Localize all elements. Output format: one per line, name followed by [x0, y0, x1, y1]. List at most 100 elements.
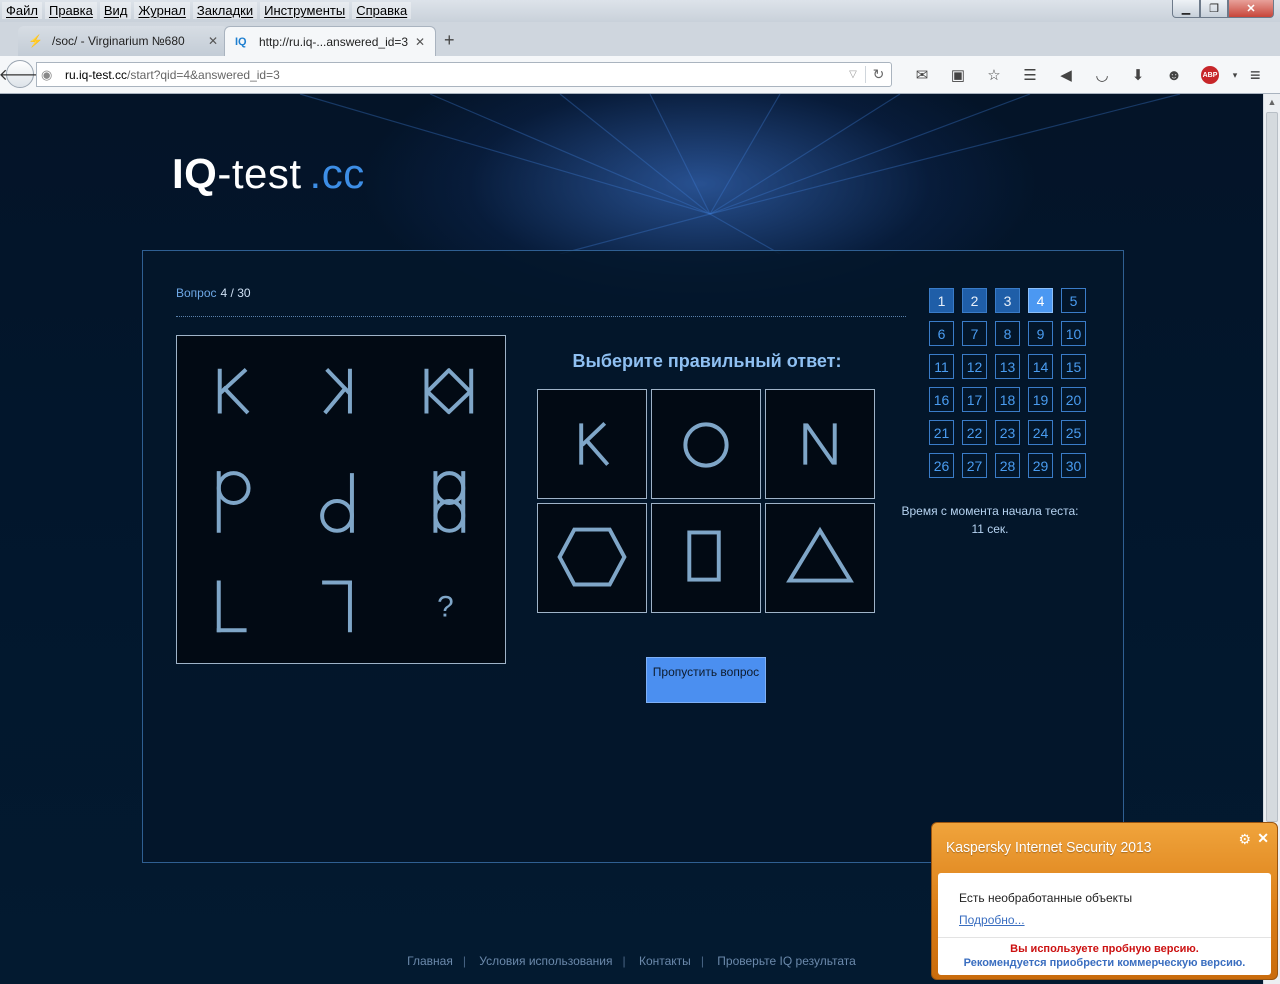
- menu-hamburger-icon[interactable]: ≡: [1250, 65, 1270, 86]
- question-nav-7[interactable]: 7: [962, 321, 987, 346]
- footer-link-terms[interactable]: Условия использования: [479, 954, 612, 968]
- question-nav-12[interactable]: 12: [962, 354, 987, 379]
- question-nav-29[interactable]: 29: [1028, 453, 1053, 478]
- menu-history[interactable]: Журнал: [134, 2, 190, 19]
- new-tab-button[interactable]: +: [444, 30, 455, 51]
- question-nav-25[interactable]: 25: [1061, 420, 1086, 445]
- adblock-icon[interactable]: ABP: [1201, 66, 1219, 84]
- question-nav-17[interactable]: 17: [962, 387, 987, 412]
- question-nav-18[interactable]: 18: [995, 387, 1020, 412]
- site-identity-icon[interactable]: ◉: [37, 67, 59, 83]
- footer-link-contacts[interactable]: Контакты: [639, 954, 691, 968]
- question-navigation-grid: 1 2 3 4 5 6 7 8 9 10 11 12 13 14 15 16 17 18 19 20 21 22 23 24 2…: [929, 288, 1089, 478]
- tab-label: http://ru.iq-...answered_id=3: [259, 34, 409, 49]
- question-nav-21[interactable]: 21: [929, 420, 954, 445]
- scroll-up-icon[interactable]: ▲: [1264, 94, 1280, 111]
- timer-label: Время с момента начала теста:: [901, 504, 1079, 518]
- question-nav-23[interactable]: 23: [995, 420, 1020, 445]
- back-button[interactable]: 🡐: [0, 60, 41, 88]
- url-text[interactable]: ru.iq-test.cc/start?qid=4&answered_id=3: [59, 68, 841, 82]
- question-nav-24[interactable]: 24: [1028, 420, 1053, 445]
- close-window-button[interactable]: ✕: [1228, 0, 1274, 18]
- question-nav-13[interactable]: 13: [995, 354, 1020, 379]
- question-nav-15[interactable]: 15: [1061, 354, 1086, 379]
- maximize-button[interactable]: ❐: [1200, 0, 1228, 18]
- question-nav-27[interactable]: 27: [962, 453, 987, 478]
- site-logo[interactable]: IQ-test .cc: [172, 150, 365, 198]
- reload-icon[interactable]: ↻: [865, 66, 891, 83]
- test-panel: Вопрос 4 / 30 ? Выберите правильный отве…: [142, 250, 1124, 863]
- matrix-cell-mirrored-l: [322, 580, 352, 633]
- matrix-cell-p: [216, 471, 251, 533]
- matrix-cell-d: [320, 473, 354, 533]
- question-nav-22[interactable]: 22: [962, 420, 987, 445]
- kaspersky-trial-notice: Вы используете пробную версию.: [1010, 943, 1199, 955]
- question-nav-9[interactable]: 9: [1028, 321, 1053, 346]
- question-nav-30[interactable]: 30: [1061, 453, 1086, 478]
- answer-option-k[interactable]: [537, 389, 647, 499]
- question-nav-20[interactable]: 20: [1061, 387, 1086, 412]
- question-nav-8[interactable]: 8: [995, 321, 1020, 346]
- kaspersky-buy-link[interactable]: Рекомендуется приобрести коммерческую ве…: [938, 957, 1271, 969]
- url-bar[interactable]: ◉ ru.iq-test.cc/start?qid=4&answered_id=…: [36, 62, 892, 87]
- chat-icon[interactable]: ☻: [1156, 64, 1192, 86]
- plus-icon: +: [444, 30, 455, 50]
- answer-option-n[interactable]: [765, 389, 875, 499]
- skip-question-button[interactable]: Пропустить вопрос: [646, 657, 766, 703]
- footer-link-home[interactable]: Главная: [407, 954, 453, 968]
- question-nav-2[interactable]: 2: [962, 288, 987, 313]
- bookmark-star-icon[interactable]: ☆: [976, 64, 1012, 86]
- question-nav-4[interactable]: 4: [1028, 288, 1053, 313]
- adblock-dropdown-icon[interactable]: ▾: [1228, 64, 1242, 86]
- close-icon: ✕: [1246, 3, 1256, 15]
- speaker-icon[interactable]: ◀: [1048, 64, 1084, 86]
- menu-tools[interactable]: Инструменты: [260, 2, 350, 19]
- pocket-icon[interactable]: ◡: [1084, 64, 1120, 86]
- menu-edit[interactable]: Правка: [44, 2, 97, 19]
- extension-icon[interactable]: ▣: [940, 64, 976, 86]
- question-matrix: ?: [176, 335, 506, 664]
- question-nav-3[interactable]: 3: [995, 288, 1020, 313]
- answer-option-triangle[interactable]: [765, 503, 875, 613]
- tab-close-icon[interactable]: ✕: [208, 34, 218, 48]
- minimize-button[interactable]: ▁: [1172, 0, 1200, 18]
- tab-iq-test[interactable]: IQ http://ru.iq-...answered_id=3 ✕: [224, 26, 436, 56]
- menu-view[interactable]: Вид: [99, 2, 132, 19]
- question-nav-10[interactable]: 10: [1061, 321, 1086, 346]
- navigation-bar: 🡐 ◉ ru.iq-test.cc/start?qid=4&answered_i…: [0, 56, 1280, 94]
- download-icon[interactable]: ⬇: [1120, 64, 1156, 86]
- kaspersky-title: Kaspersky Internet Security 2013: [946, 839, 1152, 856]
- question-nav-26[interactable]: 26: [929, 453, 954, 478]
- question-nav-6[interactable]: 6: [929, 321, 954, 346]
- url-dropdown-icon[interactable]: ▽: [841, 69, 865, 80]
- close-icon[interactable]: ✕: [1257, 830, 1269, 847]
- question-nav-19[interactable]: 19: [1028, 387, 1053, 412]
- menu-help[interactable]: Справка: [352, 2, 412, 19]
- matrix-cell-question-mark: ?: [437, 590, 454, 623]
- question-nav-16[interactable]: 16: [929, 387, 954, 412]
- answer-option-rectangle[interactable]: [651, 503, 761, 613]
- answer-option-hexagon[interactable]: [537, 503, 647, 613]
- menu-file[interactable]: Файл: [2, 2, 42, 19]
- elapsed-timer: Время с момента начала теста: 11 сек.: [889, 502, 1091, 538]
- question-nav-28[interactable]: 28: [995, 453, 1020, 478]
- footer-link-check-iq[interactable]: Проверьте IQ результата: [717, 954, 856, 968]
- tab-virginarium[interactable]: ⚡ /soc/ - Virginarium №680 ✕: [18, 26, 228, 56]
- question-nav-1[interactable]: 1: [929, 288, 954, 313]
- answer-option-o[interactable]: [651, 389, 761, 499]
- tab-close-icon[interactable]: ✕: [415, 35, 425, 49]
- mail-icon[interactable]: ✉: [904, 64, 940, 86]
- matrix-cell-l: [216, 580, 247, 633]
- kaspersky-details-link[interactable]: Подробно...: [959, 913, 1025, 927]
- answer-options: [537, 389, 877, 613]
- question-nav-5[interactable]: 5: [1061, 288, 1086, 313]
- minimize-icon: ▁: [1181, 3, 1191, 15]
- reading-list-icon[interactable]: ☰: [1012, 64, 1048, 86]
- scroll-thumb[interactable]: [1266, 112, 1278, 822]
- menu-bookmarks[interactable]: Закладки: [192, 2, 258, 19]
- question-nav-11[interactable]: 11: [929, 354, 954, 379]
- tab-strip: ⚡ /soc/ - Virginarium №680 ✕ IQ http://r…: [0, 22, 1280, 56]
- kaspersky-notification: Kaspersky Internet Security 2013 ⚙ ✕ Ест…: [931, 822, 1278, 980]
- question-nav-14[interactable]: 14: [1028, 354, 1053, 379]
- gear-icon[interactable]: ⚙: [1238, 831, 1251, 848]
